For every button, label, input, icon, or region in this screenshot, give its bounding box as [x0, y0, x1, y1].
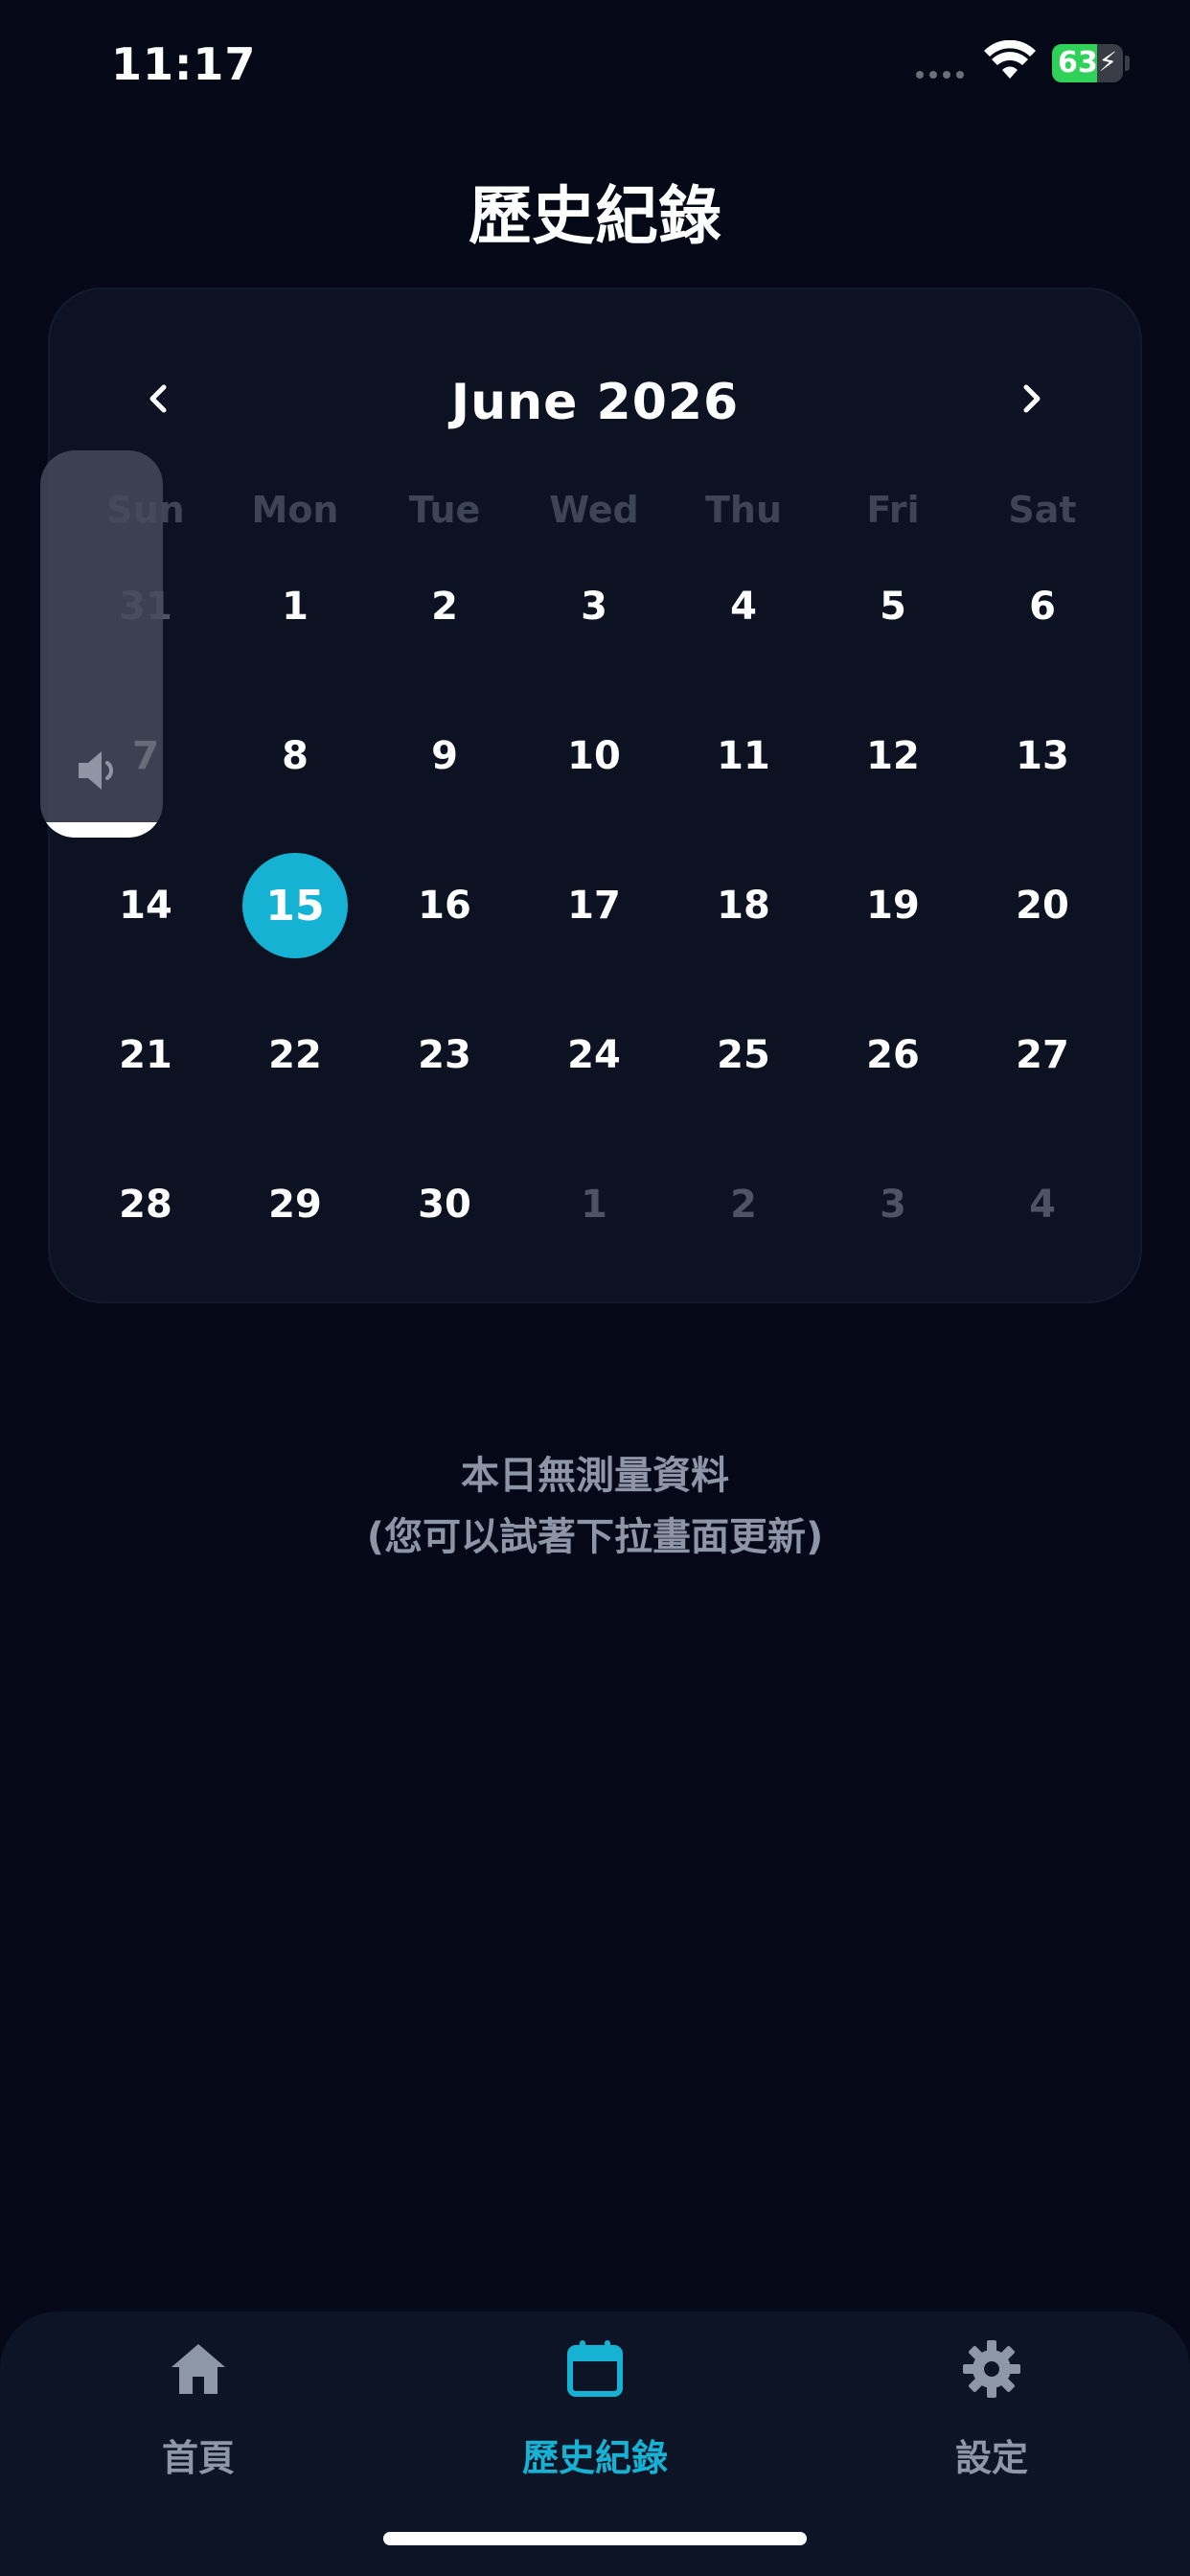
calendar-day[interactable]: 8 — [242, 703, 348, 809]
volume-hud — [40, 450, 163, 838]
calendar-day[interactable]: 10 — [541, 703, 647, 809]
weekday-row: SunMonTueWedThuFriSat — [48, 489, 1142, 546]
tab-history-label: 歷史紀錄 — [521, 2437, 668, 2479]
empty-state-message: 本日無測量資料 (您可以試著下拉畫面更新) — [0, 1445, 1190, 1568]
speaker-icon — [79, 751, 113, 790]
weekday-tue: Tue — [408, 489, 481, 531]
battery-cap — [1125, 56, 1130, 71]
home-indicator — [383, 2532, 807, 2545]
page-title: 歷史紀錄 — [469, 179, 721, 253]
weekday-thu: Thu — [704, 489, 783, 531]
weekday-wed: Wed — [549, 489, 639, 531]
empty-state-line-1: 本日無測量資料 — [461, 1454, 729, 1498]
battery-level: 63 — [1058, 46, 1098, 80]
volume-level-bar — [40, 821, 163, 838]
month-label: June 2026 — [450, 374, 740, 431]
calendar-day[interactable]: 27 — [990, 1002, 1095, 1108]
calendar-day[interactable]: 30 — [392, 1152, 497, 1257]
status-bar: 11:17 63 ⚡ — [0, 0, 1190, 134]
calendar-day[interactable]: 17 — [541, 853, 647, 958]
calendar-day[interactable]: 29 — [242, 1152, 348, 1257]
status-time: 11:17 — [111, 38, 257, 90]
tab-home[interactable]: 首頁 — [0, 2312, 397, 2522]
calendar-header: June 2026 — [48, 341, 1142, 456]
calendar-day[interactable]: 1 — [541, 1152, 647, 1257]
weekday-fri: Fri — [866, 489, 920, 531]
tab-settings-label: 設定 — [954, 2437, 1028, 2479]
empty-state-line-2: (您可以試著下拉畫面更新) — [366, 1515, 824, 1559]
calendar-day[interactable]: 5 — [840, 554, 946, 659]
calendar-day[interactable]: 23 — [392, 1002, 497, 1108]
calendar-day[interactable]: 22 — [242, 1002, 348, 1108]
calendar-icon — [567, 2340, 623, 2397]
weekday-mon: Mon — [251, 489, 339, 531]
charging-bolt-icon: ⚡ — [1098, 46, 1117, 78]
wifi-icon — [984, 40, 1036, 79]
calendar-day[interactable]: 16 — [392, 853, 497, 958]
home-icon — [172, 2344, 225, 2394]
weekday-sat: Sat — [1008, 489, 1077, 531]
calendar-day[interactable]: 1 — [242, 554, 348, 659]
battery-icon: 63 ⚡ — [1052, 44, 1123, 82]
calendar-day-selected[interactable]: 15 — [242, 853, 348, 958]
next-month-button[interactable] — [1002, 370, 1060, 427]
calendar-day[interactable]: 4 — [990, 1152, 1095, 1257]
cellular-signal-icon — [916, 71, 964, 79]
calendar-day[interactable]: 13 — [990, 703, 1095, 809]
calendar-day[interactable]: 20 — [990, 853, 1095, 958]
tab-home-label: 首頁 — [161, 2437, 235, 2479]
chevron-right-icon — [1023, 384, 1041, 413]
calendar-day[interactable]: 9 — [392, 703, 497, 809]
calendar-day[interactable]: 26 — [840, 1002, 946, 1108]
calendar-day[interactable]: 24 — [541, 1002, 647, 1108]
calendar-day[interactable]: 18 — [691, 853, 796, 958]
calendar-day[interactable]: 4 — [691, 554, 796, 659]
calendar-day[interactable]: 19 — [840, 853, 946, 958]
calendar-day[interactable]: 2 — [392, 554, 497, 659]
calendar-day[interactable]: 2 — [691, 1152, 796, 1257]
tab-history[interactable]: 歷史紀錄 — [397, 2312, 793, 2522]
calendar-day[interactable]: 6 — [990, 554, 1095, 659]
gear-icon — [963, 2340, 1020, 2398]
calendar-day[interactable]: 28 — [93, 1152, 198, 1257]
calendar-day[interactable]: 14 — [93, 853, 198, 958]
calendar-day[interactable]: 11 — [691, 703, 796, 809]
tab-settings[interactable]: 設定 — [793, 2312, 1190, 2522]
calendar-day[interactable]: 25 — [691, 1002, 796, 1108]
calendar-day[interactable]: 3 — [840, 1152, 946, 1257]
calendar-day[interactable]: 21 — [93, 1002, 198, 1108]
calendar-day[interactable]: 3 — [541, 554, 647, 659]
calendar-card: June 2026 SunMonTueWedThuFriSat 31123456… — [48, 288, 1142, 1303]
calendar-day[interactable]: 12 — [840, 703, 946, 809]
